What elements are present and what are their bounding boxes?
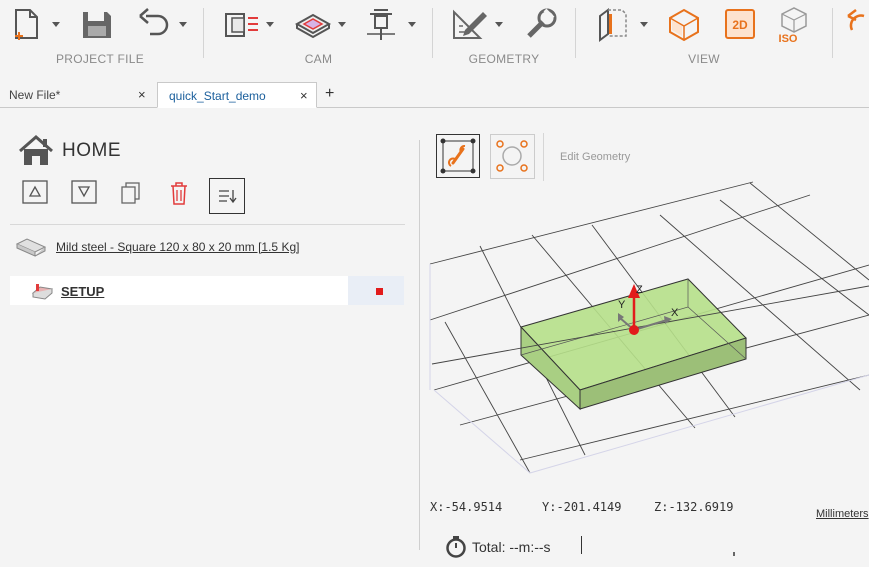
view-2d-label: 2D <box>732 18 748 32</box>
front-view-button[interactable] <box>666 4 702 44</box>
home-icon <box>19 135 53 165</box>
edit-geometry-link-button[interactable] <box>436 134 480 178</box>
tab-new-file-label: New File* <box>9 88 61 102</box>
sort-button[interactable] <box>209 178 245 214</box>
project-file-group: PROJECT FILE <box>0 0 200 78</box>
ribbon-separator <box>432 8 433 58</box>
save-button[interactable] <box>80 4 114 44</box>
ribbon-separator <box>832 8 833 58</box>
copy-icon <box>121 182 140 204</box>
duplicate-button[interactable] <box>118 180 144 206</box>
cam-group: CAM <box>206 0 431 78</box>
view-2d-button[interactable]: 2D <box>722 4 758 44</box>
reset-arrow-icon <box>847 9 865 31</box>
viewport-toolbar-separator <box>543 133 544 181</box>
circle-points-icon <box>496 140 528 172</box>
pocket-icon <box>294 13 332 39</box>
setup-label: SETUP <box>61 284 105 299</box>
iso-view-button[interactable]: ISO <box>776 4 812 44</box>
section-view-icon <box>599 8 627 42</box>
undo-dropdown-caret[interactable] <box>179 22 187 27</box>
tab-close-icon[interactable]: × <box>138 82 146 108</box>
scene-canvas[interactable]: Z Y X <box>420 180 869 500</box>
tab-close-icon[interactable]: × <box>300 83 308 109</box>
stopwatch-icon <box>446 536 466 558</box>
new-file-dropdown-caret[interactable] <box>52 22 60 27</box>
undo-button[interactable] <box>136 4 187 44</box>
sort-icon <box>219 190 237 204</box>
triangle-down-icon <box>71 180 97 204</box>
cam-group-label: CAM <box>304 52 333 66</box>
geometry-group: GEOMETRY <box>435 0 573 78</box>
move-down-button[interactable] <box>71 180 97 206</box>
units-link[interactable]: Millimeters <box>816 508 869 520</box>
cube-front-view-icon <box>669 8 699 42</box>
ribbon-separator <box>575 8 576 58</box>
ribbon-toolbar: PROJECT FILE CAM GEOMETRY 2D ISO VIEW <box>0 0 869 78</box>
sketch-pencil-icon <box>453 9 487 39</box>
edit-geometry-label: Edit Geometry <box>560 151 631 163</box>
sketch-button[interactable] <box>451 4 503 44</box>
cursor-z-readout: Z:-132.6919 <box>654 500 734 514</box>
drill-icon <box>367 9 395 40</box>
sketch-dropdown-caret[interactable] <box>495 22 503 27</box>
edit-geometry-points-button[interactable] <box>490 134 535 179</box>
project-file-group-label: PROJECT FILE <box>55 52 145 66</box>
page-title: HOME <box>62 140 121 161</box>
setup-fixture-icon <box>31 284 54 300</box>
document-tab-bar: New File* × quick_Start_demo × + <box>0 82 869 108</box>
undo-icon <box>139 8 169 36</box>
view-group: 2D ISO VIEW <box>578 0 830 78</box>
y-axis-label: Y <box>618 299 626 311</box>
move-up-button[interactable] <box>22 180 48 206</box>
section-view-button[interactable] <box>596 4 648 44</box>
setup-status-indicator <box>376 288 383 295</box>
cursor-x-readout: X:-54.9514 <box>430 500 503 514</box>
triangle-up-icon <box>22 180 48 204</box>
geometry-tools-button[interactable] <box>523 4 559 44</box>
section-view-dropdown-caret[interactable] <box>640 22 648 27</box>
text-cursor <box>581 536 582 554</box>
setup-row[interactable]: SETUP <box>10 276 404 305</box>
view-iso-label: ISO <box>779 33 798 44</box>
view-2d-icon: 2D <box>725 9 755 39</box>
pocket-dropdown-caret[interactable] <box>338 22 346 27</box>
chain-link-icon <box>440 138 476 174</box>
total-time-label: Total: --m:--s <box>472 539 551 555</box>
trash-icon <box>171 182 187 205</box>
new-file-icon <box>15 9 38 40</box>
setup-tool-button[interactable] <box>220 4 274 44</box>
new-file-button[interactable] <box>10 4 60 44</box>
stock-box[interactable] <box>431 278 869 411</box>
save-icon <box>83 12 111 38</box>
reset-view-button[interactable] <box>846 4 869 44</box>
delete-button[interactable] <box>166 180 192 206</box>
geometry-group-label: GEOMETRY <box>468 52 540 66</box>
setup-tool-dropdown-caret[interactable] <box>266 22 274 27</box>
tab-quick-start-demo-label: quick_Start_demo <box>169 89 266 103</box>
stock-material-link[interactable]: Mild steel - Square 120 x 80 x 20 mm [1.… <box>56 240 299 254</box>
panel-divider <box>10 224 405 225</box>
stock-block-icon <box>15 238 47 257</box>
drill-tool-button[interactable] <box>364 4 416 44</box>
cursor-y-readout: Y:-201.4149 <box>542 500 622 514</box>
pocket-operation-button[interactable] <box>294 4 346 44</box>
iso-view-icon: ISO <box>779 7 807 44</box>
setup-tool-icon <box>225 13 258 37</box>
x-axis-label: X <box>671 307 679 319</box>
ribbon-separator <box>203 8 204 58</box>
view-group-label: VIEW <box>688 52 720 66</box>
tab-quick-start-demo[interactable]: quick_Start_demo × <box>157 82 317 108</box>
status-mark <box>733 552 735 556</box>
drill-dropdown-caret[interactable] <box>408 22 416 27</box>
tab-new-file[interactable]: New File* × <box>9 82 154 107</box>
z-axis-label: Z <box>636 284 643 296</box>
wrench-icon <box>527 8 557 38</box>
add-tab-button[interactable]: + <box>325 82 334 106</box>
